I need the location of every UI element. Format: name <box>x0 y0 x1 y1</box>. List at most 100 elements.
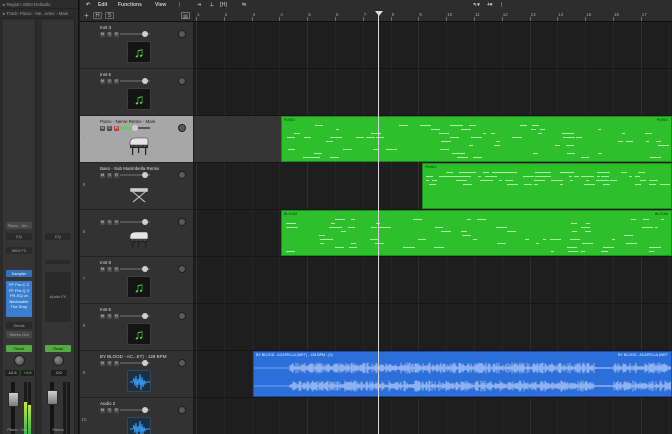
record-enable-button[interactable]: R <box>114 79 119 84</box>
solo-button[interactable]: S <box>107 126 112 131</box>
track-volume-slider[interactable] <box>120 172 150 178</box>
mute-button[interactable]: M <box>100 267 105 272</box>
track-volume-slider[interactable] <box>120 407 150 413</box>
track-header[interactable]: 8 Inst 6 M S R ♫ <box>80 304 193 351</box>
mute-button[interactable]: M <box>100 32 105 37</box>
bar-ruler[interactable]: 1 2 3 4 5 6 7 8 9 10 11 12 13 14 15 16 17 <box>194 11 672 22</box>
track-volume-slider[interactable] <box>120 78 150 84</box>
pan-value[interactable]: +4.5 <box>21 370 34 376</box>
volume-value[interactable]: -12.6 <box>5 370 19 376</box>
track-pan-knob[interactable] <box>178 30 186 38</box>
solo-button[interactable]: S <box>107 32 112 37</box>
midi-region[interactable]: PIANO <box>422 163 672 209</box>
track-lane[interactable] <box>194 257 672 304</box>
output-slot[interactable]: Stereo Out <box>6 331 32 338</box>
mute-button[interactable]: M <box>100 79 105 84</box>
track-lane[interactable] <box>194 116 281 163</box>
track-pan-knob[interactable] <box>178 124 186 132</box>
track-name[interactable]: Inst 6 <box>100 307 185 312</box>
menu-edit[interactable]: Edit <box>98 2 107 8</box>
flex-icon[interactable]: ⇋ <box>242 2 246 8</box>
track-lane[interactable] <box>194 304 672 351</box>
back-icon[interactable]: ↶ <box>86 2 90 8</box>
sends-slot[interactable]: Sends <box>6 322 32 329</box>
solo-button[interactable]: S <box>107 361 112 366</box>
track-volume-slider[interactable] <box>120 219 150 225</box>
global-tracks-icon[interactable]: ▤ <box>181 12 190 20</box>
volume-fader[interactable] <box>47 390 58 405</box>
track-name[interactable]: Inst 3 <box>100 25 185 30</box>
track-pan-knob[interactable] <box>178 312 186 320</box>
audio-region[interactable]: BY BLOOD - ACAPELLA (WET) - 128 BPM ▫ (2… <box>253 351 672 397</box>
midi-fx-slot[interactable]: MIDI FX <box>6 247 32 254</box>
track-header[interactable]: 4 Piano - Nerve Remix - Main M S R <box>80 116 193 163</box>
audio-fx-slot[interactable]: Audio FX <box>45 272 71 322</box>
playhead-handle[interactable] <box>375 11 383 16</box>
volume-fader[interactable] <box>8 392 19 407</box>
pan-knob[interactable] <box>14 355 25 366</box>
record-enable-button[interactable]: R <box>114 361 119 366</box>
track-volume-slider[interactable] <box>120 360 150 366</box>
record-enable-button[interactable]: R <box>114 408 119 413</box>
track-pan-knob[interactable] <box>178 406 186 414</box>
midi-region[interactable]: BLOOM BLOOM <box>281 210 672 256</box>
catch-icon[interactable]: [H] <box>220 2 227 8</box>
header-tool-s[interactable]: S <box>105 12 114 19</box>
header-tool-h[interactable]: H <box>93 12 102 19</box>
track-name[interactable]: Inst 8 <box>100 260 185 265</box>
mute-button[interactable]: M <box>100 314 105 319</box>
snap-icon[interactable]: ⇥ <box>197 2 201 8</box>
solo-button[interactable]: S <box>107 408 112 413</box>
track-volume-slider[interactable] <box>120 31 150 37</box>
solo-button[interactable]: S <box>107 79 112 84</box>
mute-button[interactable]: M <box>100 173 105 178</box>
track-name[interactable]: BY BLOOD - AC...ET) - 128 BPM <box>100 354 185 359</box>
second-tool-icon[interactable]: +▾ <box>487 2 492 8</box>
track-pan-knob[interactable] <box>178 265 186 273</box>
solo-button[interactable]: S <box>107 220 112 225</box>
track-header[interactable]: 9 BY BLOOD - AC...ET) - 128 BPM M S R <box>80 351 193 398</box>
track-pan-knob[interactable] <box>178 359 186 367</box>
track-name[interactable]: Bass - Sub Marimbella Remix <box>100 166 185 171</box>
automation-mode-read[interactable]: Read <box>45 345 71 352</box>
record-enable-button[interactable]: R <box>114 126 119 131</box>
eq-display[interactable]: EQ <box>6 233 32 240</box>
record-enable-button[interactable]: R <box>114 32 119 37</box>
menu-functions[interactable]: Functions <box>118 2 142 8</box>
record-enable-button[interactable]: R <box>114 220 119 225</box>
track-name[interactable]: Piano - Nerve Remix - Main <box>100 119 185 124</box>
automation-mode-read[interactable]: Read <box>6 345 32 352</box>
track-header[interactable]: 5 Bass - Sub Marimbella Remix M S R <box>80 163 193 210</box>
arrange-area[interactable]: PIANO PIANO PIANO BLOOM BLOOM BY BLOOD - ACAP… <box>194 22 672 434</box>
eq-display[interactable]: EQ <box>45 233 71 240</box>
track-pan-knob[interactable] <box>178 218 186 226</box>
record-enable-button[interactable]: R <box>114 267 119 272</box>
mute-button[interactable]: M <box>100 126 105 131</box>
track-name[interactable]: Audio 2 <box>100 401 185 406</box>
track-header[interactable]: 7 Inst 8 M S R ♫ <box>80 257 193 304</box>
setting-button[interactable]: Piano - Ne... <box>6 222 32 229</box>
track-header[interactable]: Inst 3 M S R ♫ <box>80 22 193 69</box>
pan-knob[interactable] <box>53 355 64 366</box>
solo-button[interactable]: S <box>107 314 112 319</box>
solo-button[interactable]: S <box>107 267 112 272</box>
solo-button[interactable]: S <box>107 173 112 178</box>
record-enable-button[interactable]: R <box>114 314 119 319</box>
track-inspector-header[interactable]: ▸ Track: Piano - Ne...emix - Main <box>0 9 78 18</box>
midi-region[interactable]: PIANO PIANO <box>281 116 672 162</box>
region-inspector-header[interactable]: ▸ Region: MIDI Defaults <box>0 0 78 9</box>
track-lane[interactable] <box>194 69 672 116</box>
link-icon[interactable]: ⟂ <box>210 2 213 8</box>
track-header[interactable]: 6 MSR <box>80 210 193 257</box>
plugin-slot[interactable]: The Drop <box>6 304 32 310</box>
track-volume-slider[interactable] <box>120 125 150 131</box>
track-name[interactable]: Inst 5 <box>100 72 185 77</box>
record-enable-button[interactable]: R <box>114 173 119 178</box>
pointer-tool-icon[interactable]: ↖▾ <box>473 2 480 8</box>
mute-button[interactable]: M <box>100 220 105 225</box>
instrument-slot[interactable]: Sampler <box>6 270 32 277</box>
track-lane[interactable] <box>194 22 672 69</box>
menu-view[interactable]: View <box>155 2 166 8</box>
mute-button[interactable]: M <box>100 361 105 366</box>
track-lane[interactable] <box>194 398 672 434</box>
